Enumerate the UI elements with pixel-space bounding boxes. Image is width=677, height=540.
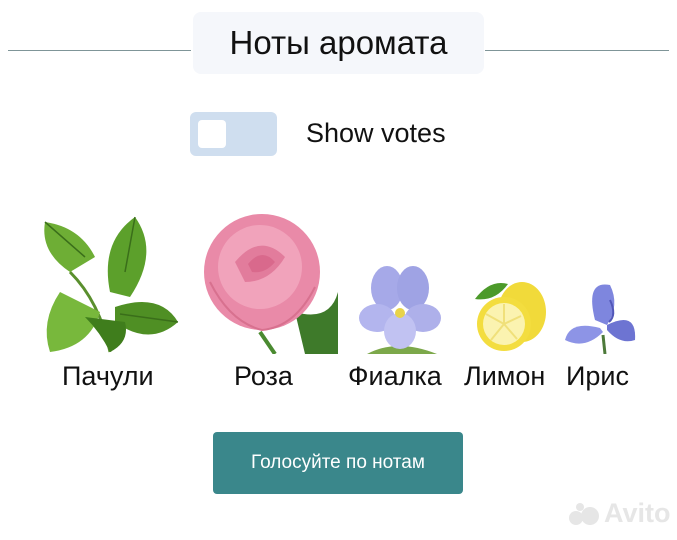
note-label-lemon: Лимон [464, 361, 546, 391]
avito-watermark: Avito [568, 498, 671, 529]
iris-image[interactable] [565, 280, 637, 354]
watermark-text: Avito [604, 498, 671, 528]
patchouli-image[interactable] [40, 212, 180, 354]
section-title: Ноты аромата [193, 12, 484, 74]
show-votes-label: Show votes [306, 118, 446, 148]
note-label-iris: Ирис [566, 361, 630, 391]
lemon-image[interactable] [470, 274, 548, 354]
vote-by-notes-button[interactable]: Голосуйте по нотам [213, 432, 463, 494]
section-title-text: Ноты аромата [229, 24, 448, 61]
title-divider-right [485, 50, 669, 51]
show-votes-toggle[interactable] [190, 112, 277, 156]
note-label-patchouli: Пачули [62, 361, 154, 391]
toggle-knob [198, 120, 226, 148]
violet-image[interactable] [357, 263, 443, 354]
note-label-violet: Фиалка [348, 361, 442, 391]
vote-button-label: Голосуйте по нотам [251, 452, 425, 473]
avito-logo-icon [569, 502, 599, 525]
note-label-rose: Роза [234, 361, 293, 391]
rose-image[interactable] [200, 212, 338, 354]
title-divider-left [8, 50, 191, 51]
